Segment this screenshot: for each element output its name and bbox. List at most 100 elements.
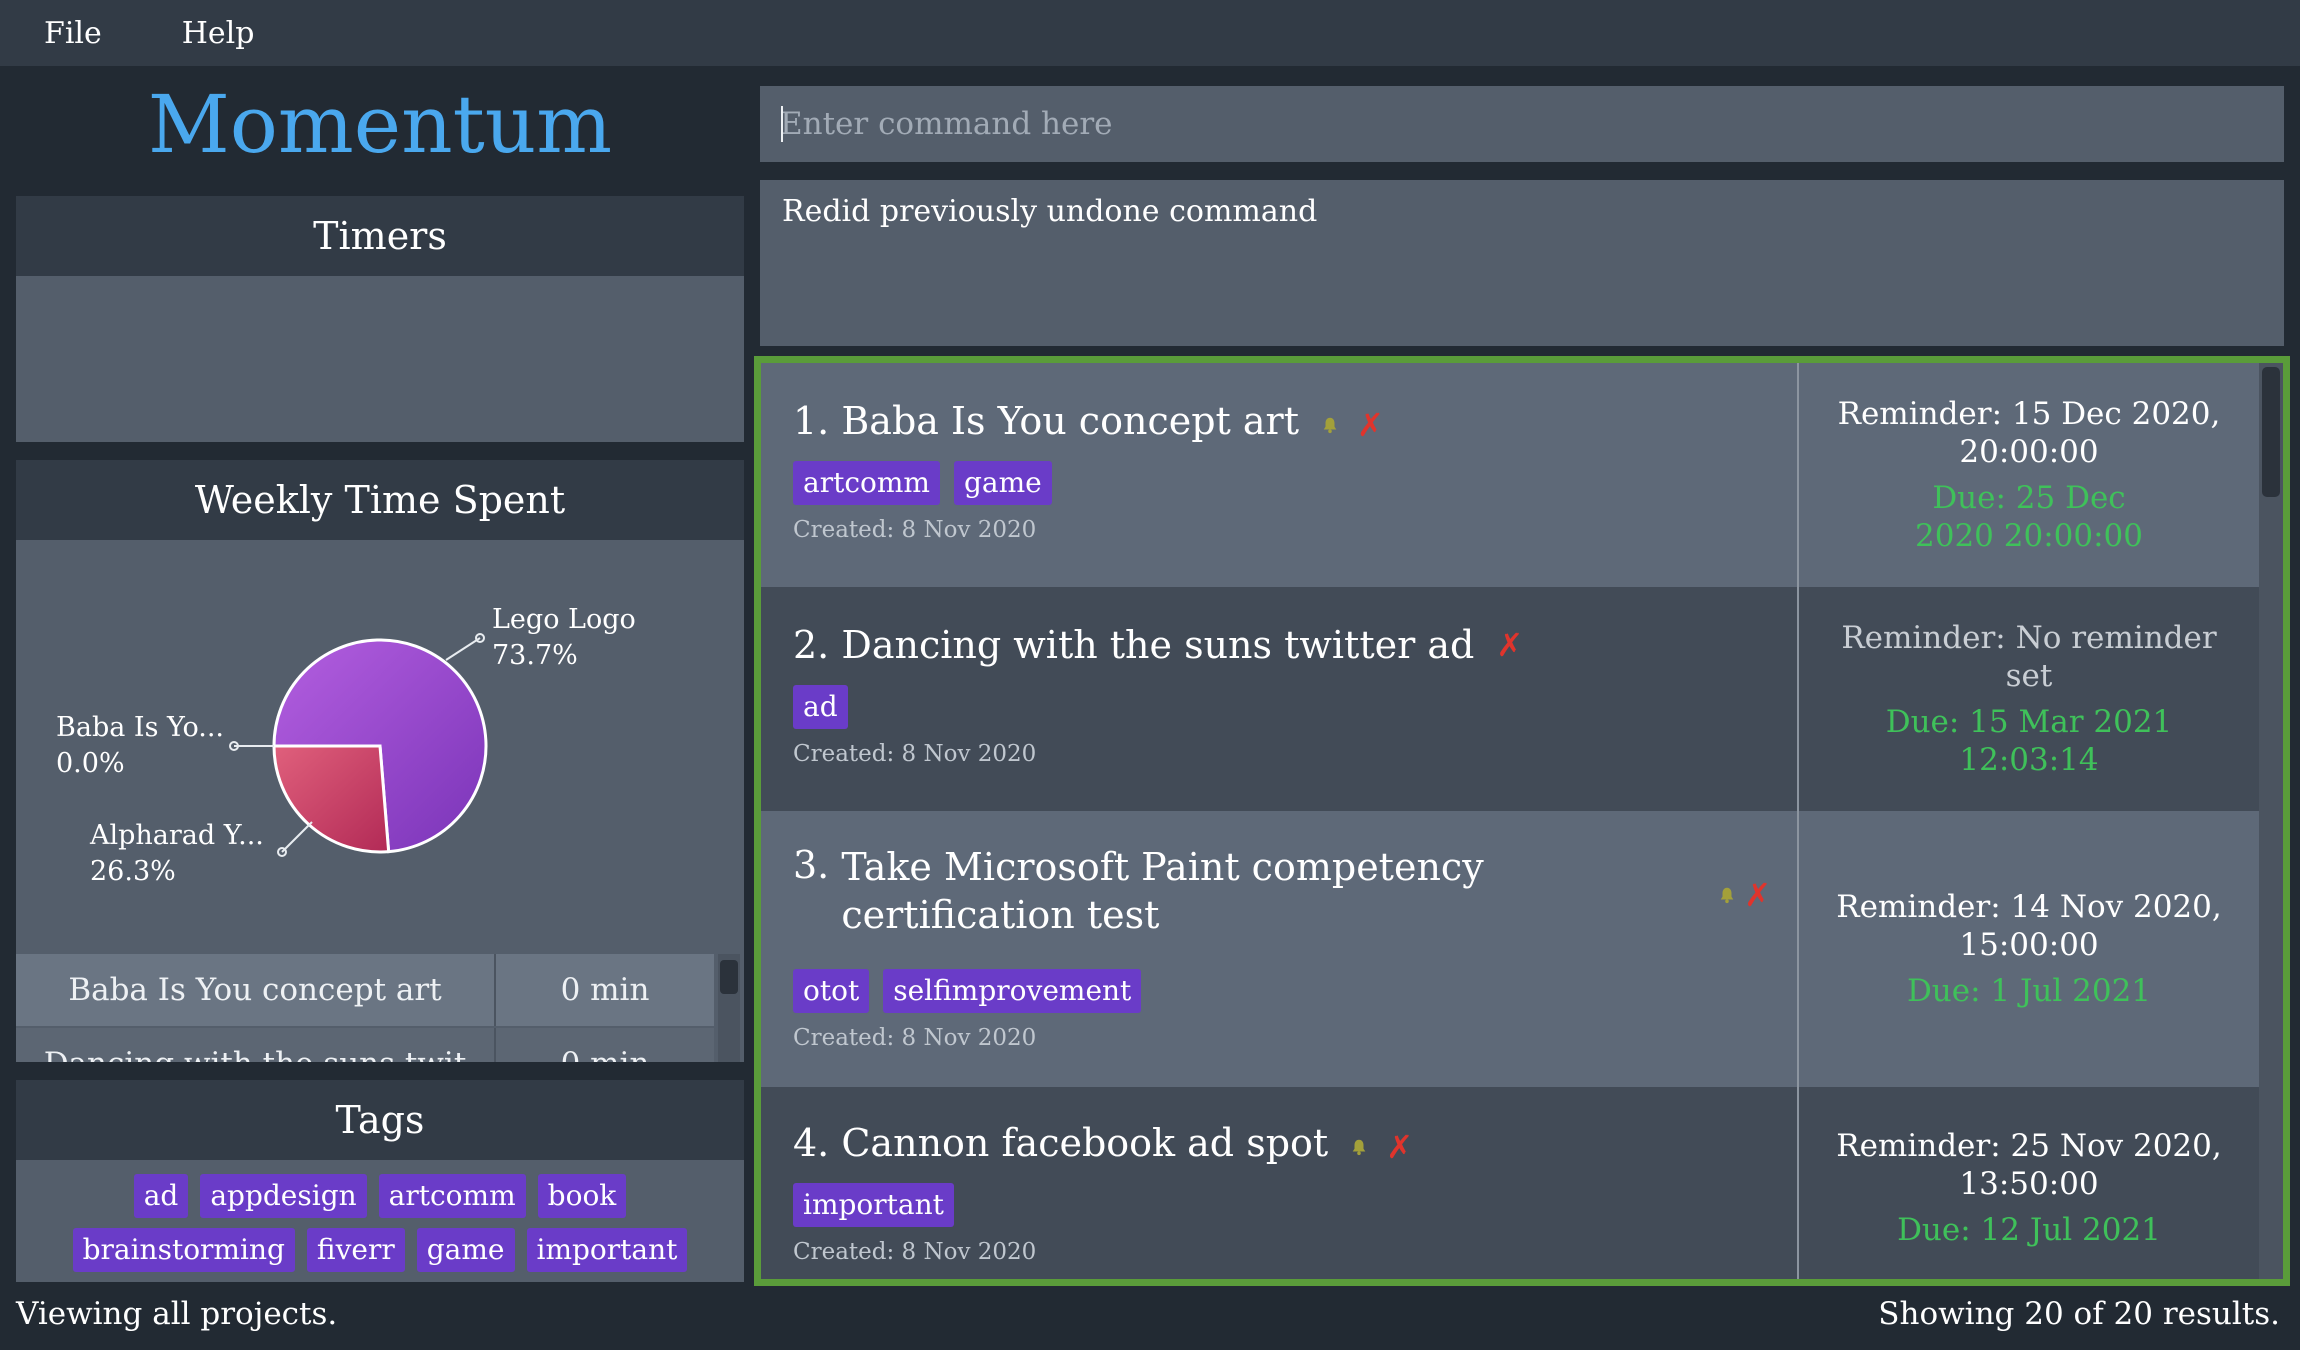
project-name: Cannon facebook ad spot [841,1121,1329,1165]
pie-slice-2 [272,744,391,854]
project-title: 2. Dancing with the suns twitter ad ✗ [793,623,1797,667]
tags-body: ad appdesign artcomm book brainstorming … [16,1160,744,1282]
pie-label: Alpharad Y... [89,820,264,851]
project-status-icons: ✗ [1321,409,1384,441]
project-title: 1. Baba Is You concept art ✗ [793,399,1797,443]
status-message: Viewing all projects. [16,1296,338,1332]
tag-chip[interactable]: game [953,461,1052,505]
results-count: Showing 20 of 20 results. [1878,1296,2280,1332]
tag-chip[interactable]: artcomm [793,461,940,505]
tag-chip[interactable]: ad [793,685,848,729]
table-row[interactable]: Baba Is You concept art 0 min [16,954,714,1028]
pie-value-label: 73.7% [492,640,578,671]
tag-chip[interactable]: selfimprovement [883,969,1142,1013]
tag-chip[interactable]: appdesign [200,1174,367,1218]
pie-leader-line [281,821,313,853]
project-title: 3. Take Microsoft Paint competency certi… [793,843,1797,939]
project-schedule: Reminder: 15 Dec 2020, 20:00:00 Due: 25 … [1797,363,2259,587]
timers-body [16,276,744,442]
project-list-inner: 1. Baba Is You concept art ✗ artcomm gam… [761,363,2259,1279]
project-created-date: Created: 8 Nov 2020 [793,1025,1037,1051]
scrollbar-thumb[interactable] [2262,367,2280,497]
project-main: 4. Cannon facebook ad spot ✗ important C… [761,1087,1797,1279]
pie-label: Baba Is Yo... [56,712,224,743]
pie-label: Lego Logo [492,604,636,635]
project-reminder: Reminder: 25 Nov 2020, 13:50:00 [1836,1128,2222,1202]
tag-chip[interactable]: important [793,1183,954,1227]
project-due-date: Due: 25 Dec 2020 20:00:00 [1915,480,2143,554]
project-index: 4. [793,1121,830,1165]
command-input[interactable] [760,86,2284,162]
menu-bar: File Help [0,0,2300,66]
pie-value-label: 0.0% [56,748,125,779]
pie-leader-line [445,637,481,661]
project-name: Dancing with the suns twitter ad [841,623,1475,667]
bell-icon [1720,887,1734,904]
time-cell: 0 min [496,1028,714,1062]
project-card[interactable]: 1. Baba Is You concept art ✗ artcomm gam… [761,363,2259,587]
weekly-time-body: Lego Logo 73.7% Baba Is Yo... 0.0% Alpharad … [16,540,744,1062]
project-index: 3. [793,843,830,887]
x-mark-icon[interactable]: ✗ [1357,409,1384,441]
text-caret [781,106,783,142]
project-title: 4. Cannon facebook ad spot ✗ [793,1121,1797,1165]
timers-panel: Timers [16,196,744,442]
tag-chip[interactable]: otot [793,969,870,1013]
project-status-icons: ✗ [1718,879,1771,911]
project-created-date: Created: 8 Nov 2020 [793,1239,1037,1265]
scrollbar-thumb[interactable] [720,960,738,994]
project-created-date: Created: 8 Nov 2020 [793,517,1037,543]
project-schedule: Reminder: No reminder set Due: 15 Mar 20… [1797,587,2259,811]
tag-chip[interactable]: artcomm [378,1174,526,1218]
project-main: 2. Dancing with the suns twitter ad ✗ ad… [761,587,1797,811]
bell-icon [1352,1139,1366,1156]
tags-header: Tags [16,1080,744,1160]
project-name-cell: Baba Is You concept art [16,954,496,1026]
project-reminder: Reminder: 15 Dec 2020, 20:00:00 [1837,396,2221,470]
time-cell: 0 min [560,972,650,1008]
project-tags: otot selfimprovement [793,969,1797,1013]
project-tags: important [793,1183,1797,1227]
tags-panel: Tags ad appdesign artcomm book brainstor… [16,1080,744,1282]
project-due-date: Due: 1 Jul 2021 [1906,973,2152,1009]
project-name-cell: Dancing with the suns twit [16,1028,496,1062]
project-tags: ad [793,685,1797,729]
project-main: 3. Take Microsoft Paint competency certi… [761,811,1797,1087]
weekly-time-table: Baba Is You concept art 0 min Dancing wi… [16,954,714,1062]
project-due-date: Due: 12 Jul 2021 [1897,1212,2161,1248]
x-mark-icon[interactable]: ✗ [1744,879,1771,911]
project-reminder: Reminder: 14 Nov 2020, 15:00:00 [1836,889,2222,963]
menu-file[interactable]: File [28,12,118,55]
project-status-icons: ✗ [1350,1131,1413,1163]
result-display: Redid previously undone command [760,180,2284,346]
project-main: 1. Baba Is You concept art ✗ artcomm gam… [761,363,1797,587]
project-card[interactable]: 4. Cannon facebook ad spot ✗ important C… [761,1087,2259,1279]
app-title: Momentum [147,78,613,171]
project-card[interactable]: 3. Take Microsoft Paint competency certi… [761,811,2259,1087]
project-due-date: Due: 15 Mar 2021 12:03:14 [1885,704,2173,778]
project-index: 2. [793,623,830,667]
weekly-table-scrollbar[interactable] [718,954,740,1062]
table-row[interactable]: Dancing with the suns twit 0 min [16,1028,714,1062]
menu-help[interactable]: Help [166,12,271,55]
project-list-scrollbar[interactable] [2259,363,2283,1279]
weekly-time-header: Weekly Time Spent [16,460,744,540]
tag-chip[interactable]: important [526,1228,688,1272]
project-card[interactable]: 2. Dancing with the suns twitter ad ✗ ad… [761,587,2259,811]
project-status-icons: ✗ [1496,629,1523,661]
project-tags: artcomm game [793,461,1797,505]
tag-chip[interactable]: ad [133,1174,189,1218]
project-list[interactable]: 1. Baba Is You concept art ✗ artcomm gam… [754,356,2290,1286]
tag-chip[interactable]: book [537,1174,627,1218]
x-mark-icon[interactable]: ✗ [1386,1131,1413,1163]
project-schedule: Reminder: 14 Nov 2020, 15:00:00 Due: 1 J… [1797,811,2259,1087]
timers-header: Timers [16,196,744,276]
tag-chip[interactable]: fiverr [306,1228,405,1272]
tag-chip[interactable]: brainstorming [72,1228,295,1272]
project-created-date: Created: 8 Nov 2020 [793,741,1037,767]
project-name: Baba Is You concept art [841,399,1299,443]
tag-chip[interactable]: game [416,1228,515,1272]
x-mark-icon[interactable]: ✗ [1496,629,1523,661]
project-index: 1. [793,399,830,443]
project-schedule: Reminder: 25 Nov 2020, 13:50:00 Due: 12 … [1797,1087,2259,1279]
